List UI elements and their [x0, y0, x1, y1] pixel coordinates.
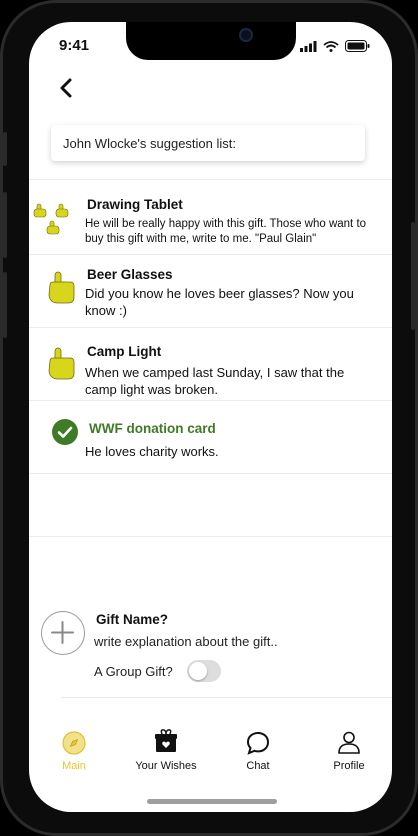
volume-down-button [3, 272, 7, 338]
divider [61, 697, 392, 698]
check-circle-icon [52, 419, 78, 445]
pointing-hand-icon [48, 271, 75, 304]
plus-icon [51, 621, 74, 644]
gift-explanation-input[interactable]: write explanation about the gift.. [94, 634, 278, 649]
suggestion-item-camp-light[interactable]: Camp Light When we camped last Sunday, I… [29, 328, 392, 400]
item-title: Camp Light [87, 344, 162, 359]
tab-label: Chat [246, 760, 270, 772]
back-arrow-icon[interactable] [57, 78, 77, 98]
suggestion-list-title: John Wlocke's suggestion list: [51, 125, 365, 161]
signal-icon [300, 40, 317, 52]
divider [29, 473, 392, 474]
pointing-hand-icon [48, 347, 75, 380]
group-pointing-hands-icon [33, 203, 69, 235]
suggestion-item-beer-glasses[interactable]: Beer Glasses Did you know he loves beer … [29, 255, 392, 327]
phone-frame: 9:41 John Wlocke's suggestion list: Draw… [0, 0, 418, 836]
item-description: When we camped last Sunday, I saw that t… [85, 365, 345, 397]
notch [126, 22, 296, 60]
toggle-knob [189, 662, 207, 680]
gift-box-icon [155, 729, 177, 752]
tab-label: Profile [333, 760, 365, 772]
item-description: He will be really happy with this gift. … [85, 218, 367, 245]
power-button [411, 222, 415, 330]
add-gift-button[interactable] [41, 611, 85, 655]
divider [29, 536, 392, 537]
gift-name-label[interactable]: Gift Name? [96, 612, 168, 627]
item-description: Did you know he loves beer glasses? Now … [85, 286, 354, 318]
suggestion-list-title-text: John Wlocke's suggestion list: [63, 135, 237, 151]
app-screen: 9:41 John Wlocke's suggestion list: Draw… [29, 22, 392, 812]
person-icon [338, 731, 360, 754]
main-compass-icon [62, 731, 86, 755]
divider [29, 179, 392, 180]
status-time: 9:41 [59, 37, 90, 54]
item-description: He loves charity works. [85, 444, 219, 459]
chat-bubble-icon [246, 731, 270, 755]
battery-icon [345, 40, 370, 52]
tab-label: Main [62, 760, 86, 772]
group-gift-toggle[interactable] [187, 660, 221, 682]
item-title: Drawing Tablet [87, 197, 183, 212]
suggestion-item-drawing-tablet[interactable]: Drawing Tablet He will be really happy w… [29, 182, 392, 254]
item-title: WWF donation card [89, 421, 216, 436]
item-title: Beer Glasses [87, 267, 173, 282]
mute-switch [3, 132, 7, 166]
bottom-tab-bar: Main Your Wishes Chat Profile [29, 722, 392, 782]
tab-label: Your Wishes [135, 760, 197, 772]
suggestion-item-wwf-donation-card[interactable]: WWF donation card He loves charity works… [29, 401, 392, 473]
group-gift-label: A Group Gift? [94, 664, 173, 679]
camera-icon [239, 28, 253, 42]
home-indicator[interactable] [147, 799, 277, 804]
status-icons [300, 40, 370, 52]
wifi-icon [323, 40, 339, 52]
volume-up-button [3, 192, 7, 258]
